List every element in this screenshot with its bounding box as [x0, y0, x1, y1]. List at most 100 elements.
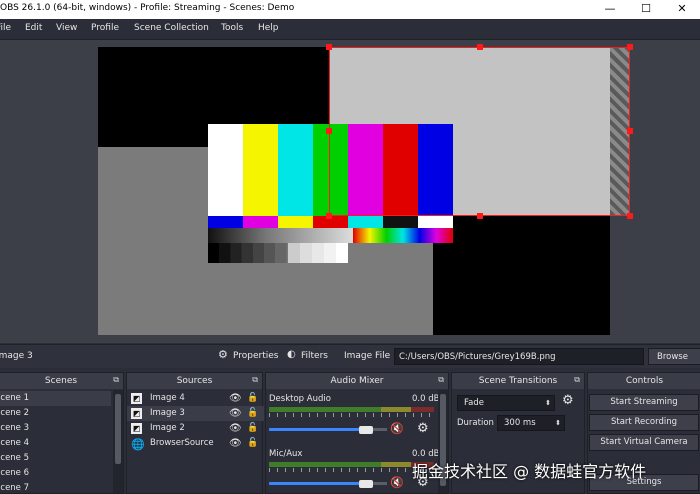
rev-black [383, 216, 418, 228]
start-virtual-camera-button[interactable]: Start Virtual Camera [589, 434, 699, 451]
dock-float-icon[interactable]: ⧉ [252, 375, 258, 385]
duration-label: Duration [457, 418, 494, 428]
handle-bottom-left[interactable] [326, 213, 332, 219]
source-item[interactable]: ◩ Image 4 👁 🔓 [127, 391, 264, 406]
scene-item[interactable]: Scene 5 [0, 451, 111, 466]
eye-icon[interactable]: 👁 [229, 436, 242, 451]
menu-help[interactable]: Help [258, 23, 279, 33]
desktop-audio-label: Desktop Audio [269, 394, 331, 404]
handle-top-left[interactable] [326, 44, 332, 50]
lock-icon[interactable]: 🔓 [247, 436, 258, 451]
maximize-button[interactable]: ☐ [628, 0, 664, 19]
scene-item-label: Scene 3 [0, 423, 30, 433]
slider-knob[interactable] [359, 426, 373, 434]
gear-icon[interactable]: ⚙ [562, 393, 574, 408]
scene-item[interactable]: Scene 4 [0, 436, 111, 451]
scene-item-label: Scene 5 [0, 453, 30, 463]
handle-bottom-right[interactable] [627, 213, 633, 219]
speaker-muted-icon[interactable]: 🔇 [390, 422, 404, 435]
dock-float-icon[interactable]: ⧉ [113, 375, 119, 385]
source-item[interactable]: ◩ Image 3 👁 🔓 [127, 406, 264, 421]
handle-top-right[interactable] [627, 44, 633, 50]
filters-icon[interactable]: ◐ [287, 349, 296, 360]
speaker-muted-icon[interactable]: 🔇 [390, 476, 404, 489]
transition-select[interactable]: Fade ⬍ [457, 395, 555, 411]
handle-left[interactable] [326, 128, 332, 134]
sources-dock: Sources ⧉ ◩ Image 4 👁 🔓 ◩ Image 3 👁 🔓 ◩ … [126, 372, 264, 494]
source-toolbar: Image 3 ⚙ Properties ◐ Filters Image Fil… [0, 344, 700, 368]
scene-transitions-title: Scene Transitions [452, 373, 584, 389]
source-item[interactable]: 🌐 BrowserSource 👁 🔓 [127, 436, 264, 451]
scene-item-label: Scene 6 [0, 468, 30, 478]
lock-icon[interactable]: 🔓 [247, 421, 258, 436]
source-item-label: BrowserSource [150, 438, 214, 448]
close-button[interactable]: ✕ [664, 0, 700, 19]
watermark-text: 掘金技术社区 @ 数据蛙官方软件 [412, 462, 647, 481]
minimize-button[interactable]: — [592, 0, 628, 19]
scenes-scrollbar[interactable] [113, 390, 123, 493]
scene-item[interactable]: Scene 6 [0, 466, 111, 481]
scene-item[interactable]: Scene 1 [0, 391, 111, 406]
start-recording-button[interactable]: Start Recording [589, 414, 699, 431]
scene-item[interactable]: Scene 3 [0, 421, 111, 436]
handle-right[interactable] [627, 128, 633, 134]
lock-icon[interactable]: 🔓 [247, 391, 258, 406]
start-streaming-button[interactable]: Start Streaming [589, 394, 699, 411]
properties-button[interactable]: Properties [233, 351, 278, 361]
slider-fill [269, 482, 366, 485]
menu-bar: File Edit View Profile Scene Collection … [0, 19, 700, 40]
eye-icon[interactable]: 👁 [229, 421, 242, 436]
browse-button[interactable]: Browse [648, 348, 700, 365]
scenes-scroll-thumb[interactable] [115, 394, 121, 464]
mic-aux-label: Mic/Aux [269, 449, 303, 459]
handle-bottom[interactable] [477, 213, 483, 219]
menu-file[interactable]: File [0, 23, 11, 33]
desktop-audio-volume-slider[interactable] [269, 425, 387, 435]
menu-edit[interactable]: Edit [25, 23, 42, 33]
menu-profile[interactable]: Profile [91, 23, 119, 33]
sources-title: Sources [127, 373, 262, 389]
rev-cyan [348, 216, 383, 228]
scene-item[interactable]: Scene 7 [0, 481, 111, 494]
scene-item[interactable]: Scene 2 [0, 406, 111, 421]
gear-icon[interactable]: ⚙ [417, 421, 429, 436]
filters-button[interactable]: Filters [301, 351, 328, 361]
scene-item-label: Scene 1 [0, 393, 30, 403]
mic-aux-volume-slider[interactable] [269, 479, 387, 489]
selection-box[interactable] [329, 47, 630, 216]
slider-knob[interactable] [359, 480, 373, 488]
rev-white [418, 216, 453, 228]
window-title: OBS 26.1.0 (64-bit, windows) - Profile: … [0, 3, 295, 13]
mic-aux-scale [269, 468, 434, 472]
bar-yellow [243, 124, 278, 216]
source-item-label: Image 3 [150, 408, 185, 418]
menu-scene-collection[interactable]: Scene Collection [134, 23, 209, 33]
light-grey-steps [288, 243, 348, 263]
image-file-label: Image File [344, 351, 391, 361]
duration-spinbox[interactable]: 300 ms ⬍ [497, 415, 565, 431]
desktop-audio-scale [269, 413, 434, 417]
handle-top[interactable] [477, 44, 483, 50]
image-file-path-field[interactable]: C:/Users/OBS/Pictures/Grey169B.png [394, 348, 644, 365]
eye-icon[interactable]: 👁 [229, 406, 242, 421]
spin-arrows-icon[interactable]: ⬍ [545, 396, 551, 410]
eye-icon[interactable]: 👁 [229, 391, 242, 406]
lock-icon[interactable]: 🔓 [247, 406, 258, 421]
gear-icon[interactable]: ⚙ [218, 348, 228, 361]
spin-arrows-icon[interactable]: ⬍ [555, 416, 561, 430]
slider-fill [269, 428, 366, 431]
menu-view[interactable]: View [56, 23, 77, 33]
rev-magenta [243, 216, 278, 228]
scene-item-label: Scene 7 [0, 483, 30, 493]
window-titlebar: OBS 26.1.0 (64-bit, windows) - Profile: … [0, 0, 700, 19]
source-item[interactable]: ◩ Image 2 👁 🔓 [127, 421, 264, 436]
image-source-icon: ◩ [131, 423, 142, 434]
dock-float-icon[interactable]: ⧉ [438, 375, 444, 385]
source-item-label: Image 4 [150, 393, 185, 403]
dock-float-icon[interactable]: ⧉ [574, 375, 580, 385]
source-item-label: Image 2 [150, 423, 185, 433]
menu-tools[interactable]: Tools [221, 23, 243, 33]
grey-ramp [208, 228, 353, 243]
scene-item-label: Scene 2 [0, 408, 30, 418]
desktop-audio-level: 0.0 dB [412, 394, 440, 404]
